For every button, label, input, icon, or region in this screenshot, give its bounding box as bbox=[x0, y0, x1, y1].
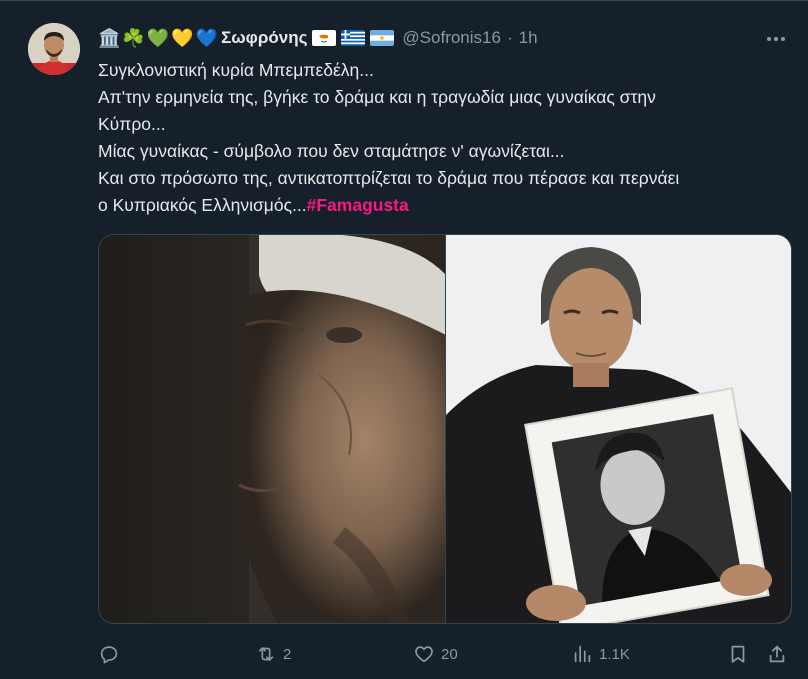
tweet-line-last: ο Κυπριακός Ελληνισμός...#Famagusta bbox=[98, 192, 778, 219]
tweet-line: ο Κυπριακός Ελληνισμός... bbox=[98, 195, 307, 215]
share-button[interactable] bbox=[766, 639, 788, 669]
yellow-heart-icon: 💛 bbox=[171, 28, 194, 48]
bank-icon: 🏛️ bbox=[98, 28, 121, 48]
tweet-line: Συγκλονιστική κυρία Μπεμπεδέλη... bbox=[98, 60, 374, 80]
tweet-line: Απ'την ερμηνεία της, βγήκε το δράμα και … bbox=[98, 87, 656, 107]
like-button[interactable]: 20 bbox=[413, 639, 458, 669]
more-dot-icon bbox=[774, 37, 778, 41]
bookmark-icon bbox=[731, 645, 745, 663]
views-button[interactable]: 1.1K bbox=[571, 639, 630, 669]
hashtag-link[interactable]: #Famagusta bbox=[307, 195, 409, 215]
argentina-flag-icon bbox=[370, 30, 395, 46]
photo-right-image bbox=[446, 235, 791, 623]
more-dot-icon bbox=[781, 37, 785, 41]
name-emoji-prefix: 🏛️ ☘️ 💚 💛 💙 bbox=[98, 29, 218, 47]
retweet-count: 2 bbox=[283, 645, 292, 663]
avatar[interactable] bbox=[28, 23, 80, 75]
tweet-text: Συγκλονιστική κυρία Μπεμπεδέλη... Απ'την… bbox=[98, 57, 778, 219]
cyprus-flag-icon bbox=[312, 30, 337, 46]
user-handle[interactable]: @Sofronis16 bbox=[402, 28, 501, 48]
like-count: 20 bbox=[441, 645, 458, 663]
tweet-line: Κύπρο... bbox=[98, 114, 166, 134]
blue-heart-icon: 💙 bbox=[195, 28, 219, 48]
tweet-line: Και στο πρόσωπο της, αντικατοπτρίζεται τ… bbox=[98, 168, 680, 188]
reply-icon bbox=[100, 646, 118, 664]
more-dot-icon bbox=[767, 37, 771, 41]
shamrock-icon: ☘️ bbox=[122, 28, 145, 48]
photo-left-image bbox=[99, 235, 445, 623]
avatar-portrait bbox=[28, 23, 80, 75]
views-count: 1.1K bbox=[599, 645, 630, 663]
more-options-button[interactable] bbox=[762, 29, 790, 49]
greece-flag-icon bbox=[341, 30, 366, 46]
tweet-line: Μίας γυναίκας - σύμβολο που δεν σταμάτησ… bbox=[98, 141, 565, 161]
share-icon bbox=[769, 645, 785, 663]
media-grid[interactable] bbox=[98, 234, 792, 624]
reply-button[interactable] bbox=[98, 639, 126, 669]
tweet-card[interactable]: 🏛️ ☘️ 💚 💛 💙 Σωφρόνης @Sofronis16 · 1h Συ… bbox=[0, 0, 808, 679]
views-chart-icon bbox=[574, 645, 591, 663]
bookmark-button[interactable] bbox=[727, 639, 749, 669]
tweet-header: 🏛️ ☘️ 💚 💛 💙 Σωφρόνης @Sofronis16 · 1h bbox=[98, 25, 748, 51]
retweet-button[interactable]: 2 bbox=[255, 639, 291, 669]
action-bar: 2 20 1.1K bbox=[98, 639, 798, 669]
display-name[interactable]: Σωφρόνης bbox=[221, 28, 307, 48]
heart-icon bbox=[415, 646, 433, 663]
timestamp[interactable]: 1h bbox=[519, 28, 538, 48]
photo-woman-holding-portrait[interactable] bbox=[445, 235, 791, 623]
photo-elderly-woman-closeup[interactable] bbox=[99, 235, 445, 623]
retweet-icon bbox=[258, 647, 274, 661]
separator-dot: · bbox=[506, 28, 513, 47]
green-heart-icon: 💚 bbox=[146, 28, 170, 48]
